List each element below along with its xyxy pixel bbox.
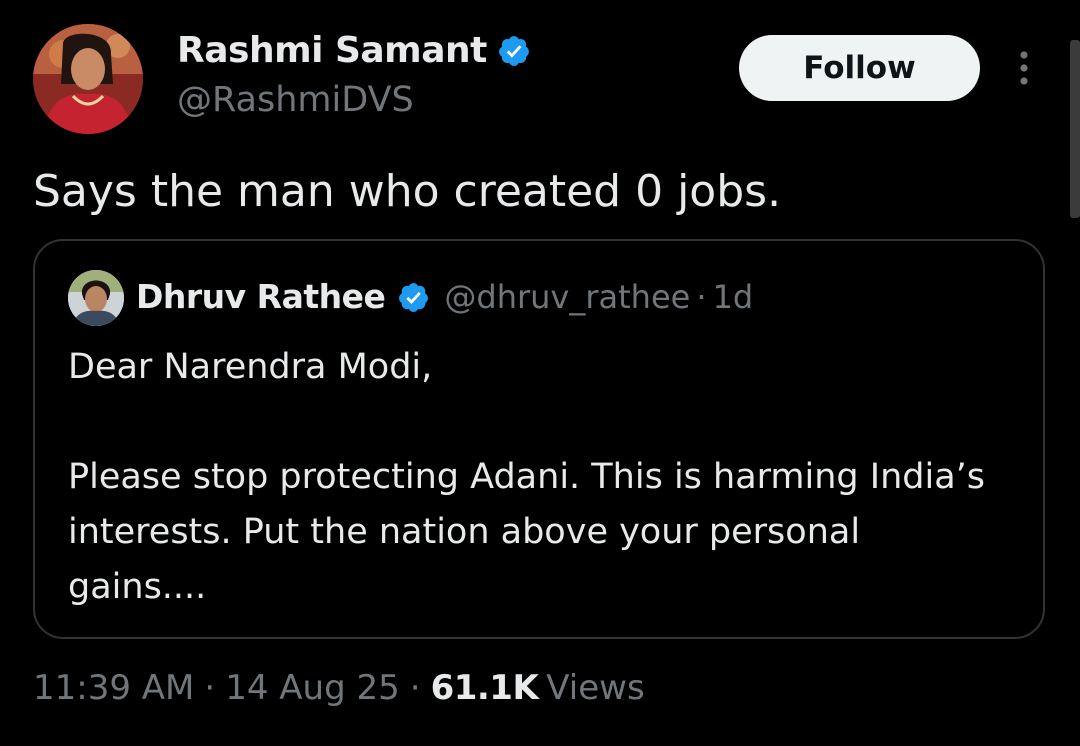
tweet-meta: 11:39 AM · 14 Aug 25 · 61.1K Views [33,664,645,712]
tweet-time[interactable]: 11:39 AM [33,664,194,712]
separator-dot: · [409,668,421,708]
scrollbar[interactable] [1070,40,1080,218]
quoted-paragraph: Please stop protecting Adani. This is ha… [68,457,986,607]
quoted-timestamp[interactable]: 1d [712,275,753,319]
views-count[interactable]: 61.1K [431,664,539,712]
author-name-row: Rashmi Samant [177,30,531,72]
author-avatar[interactable] [33,24,143,134]
verified-badge-icon[interactable] [497,34,531,68]
quoted-author-handle[interactable]: @dhruv_rathee [444,275,690,319]
quoted-paragraph: Dear Narendra Modi, [68,347,433,387]
separator-dot: · [696,278,707,316]
author-handle[interactable]: @RashmiDVS [177,79,414,121]
quoted-author-avatar[interactable] [68,270,124,326]
quoted-tweet-text: Dear Narendra Modi, Please stop protecti… [68,340,1008,615]
separator-dot: · [204,668,216,708]
follow-button[interactable]: Follow [739,35,980,101]
views-label: Views [546,668,645,708]
tweet-text: Says the man who created 0 jobs. [33,166,782,217]
quoted-author-name[interactable]: Dhruv Rathee [136,275,386,319]
verified-badge-icon [397,281,430,314]
more-vertical-icon[interactable] [1008,48,1040,88]
author-name[interactable]: Rashmi Samant [177,30,487,72]
quoted-header: Dhruv Rathee @dhruv_rathee · 1d [136,275,753,319]
quoted-tweet[interactable]: Dhruv Rathee @dhruv_rathee · 1d Dear Nar… [33,239,1045,639]
tweet-date[interactable]: 14 Aug 25 [225,664,400,712]
